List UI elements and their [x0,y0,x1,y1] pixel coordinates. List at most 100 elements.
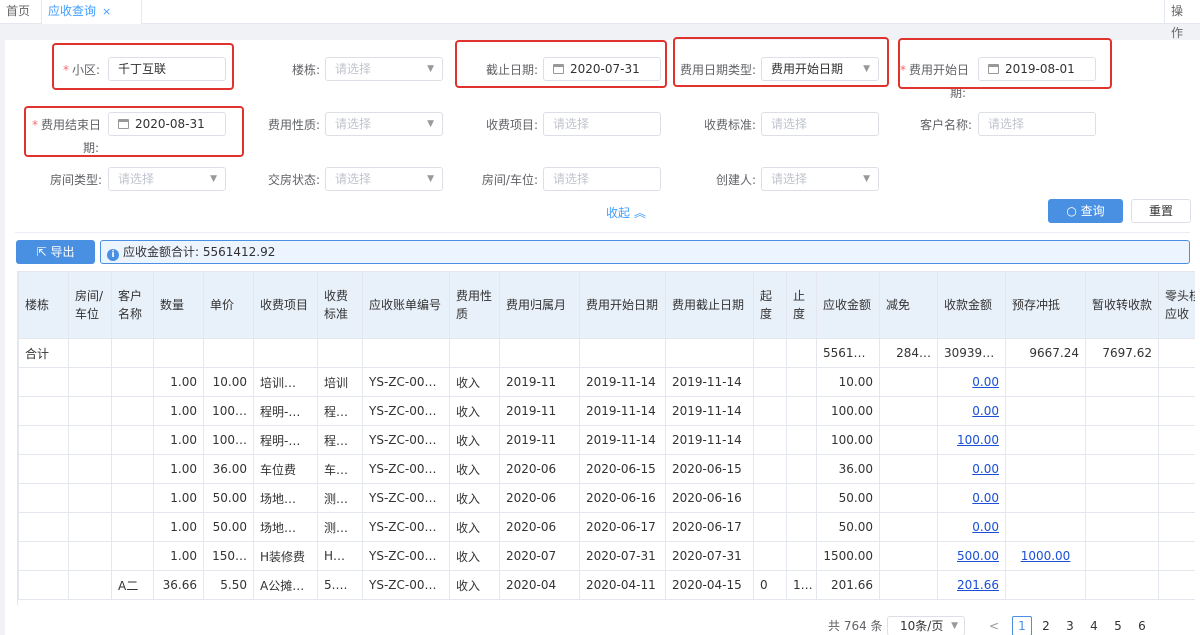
table-cell: 100.00 [816,396,880,426]
collapse-toggle[interactable]: 收起 ︽ [606,204,646,221]
table-cell: 2019-11-14 [579,367,666,397]
table-cell [1005,483,1086,513]
column-header: 费用开始日期 [579,271,666,339]
column-header: 预存冲抵 [1005,271,1086,339]
page-size-select[interactable]: 10条/页 ▼ [887,616,965,635]
creator-select[interactable]: 请选择 ▼ [761,167,879,191]
room-type-select[interactable]: 请选择 ▼ [108,167,226,191]
column-header: 收费项目 [253,271,318,339]
page-button-1[interactable]: 1 [1012,616,1032,635]
table-cell: 0 [753,570,787,600]
table-cell[interactable]: 0.00 [937,512,1006,542]
chevron-down-icon: ▼ [210,174,217,184]
tab-home[interactable]: 首页 [0,0,42,24]
table-cell: A二 [111,570,154,600]
table-cell: 5.50 [203,570,254,600]
table-cell: 收入 [449,512,500,542]
handover-select[interactable]: 请选择 ▼ [325,167,443,191]
close-icon[interactable]: × [102,5,111,18]
reset-button[interactable]: 重置 [1131,199,1191,223]
receivable-summary: i 应收金额合计: 5561412.92 [100,240,1190,264]
table-cell: 场地… [253,483,318,513]
table-cell [786,454,817,484]
column-header: 零头核应收 [1158,271,1195,339]
chevron-down-icon: ▼ [427,174,434,184]
fee-item-select[interactable]: 请选择 [543,112,661,136]
table-cell [1085,483,1159,513]
table-cell[interactable]: 500.00 [937,541,1006,571]
table-cell: 100… [203,425,254,455]
table-cell [786,425,817,455]
tab-operations[interactable]: 操作 [1164,0,1200,40]
table-cell [786,483,817,513]
table-cell: 场地… [253,512,318,542]
fee-nature-select[interactable]: 请选择 ▼ [325,112,443,136]
table-cell: 5.… [317,570,363,600]
building-select[interactable]: 请选择 ▼ [325,57,443,81]
table-cell [18,483,69,513]
tab-bar: 首页 应收查询 × 操作 [0,0,1200,40]
table-cell: 2019-11 [499,396,580,426]
table-cell [1158,454,1195,484]
table-cell: 2020-06 [499,454,580,484]
page-button-2[interactable]: 2 [1036,616,1056,635]
column-header: 起度 [753,271,787,339]
table-cell [1158,367,1195,397]
table-cell: YS-ZC-000… [362,483,450,513]
table-cell: 100 [786,570,817,600]
room-parking-label: 房间/车位: [481,173,538,187]
page-button-6[interactable]: 6 [1132,616,1152,635]
table-cell [111,367,154,397]
table-cell [449,338,500,368]
table-cell [753,367,787,397]
table-cell: 2020-06 [499,483,580,513]
page-button-4[interactable]: 4 [1084,616,1104,635]
table-cell [879,396,938,426]
table-cell [18,367,69,397]
table-cell: 2020-04-15 [665,570,754,600]
table-cell: 201.66 [816,570,880,600]
page-button-5[interactable]: 5 [1108,616,1128,635]
query-button[interactable]: ○ 查询 [1048,199,1123,223]
page-button-3[interactable]: 3 [1060,616,1080,635]
table-cell[interactable]: 100.00 [937,425,1006,455]
table-cell [1005,425,1086,455]
chevron-up-icon: ︽ [633,206,646,220]
table-cell: 收入 [449,396,500,426]
table-cell [1158,512,1195,542]
table-cell [1085,367,1159,397]
table-cell[interactable]: 0.00 [937,396,1006,426]
table-cell [753,425,787,455]
table-cell [68,454,112,484]
table-cell[interactable]: 0.00 [937,367,1006,397]
table-cell [1158,570,1195,600]
table-cell: 2019-11 [499,367,580,397]
table-cell[interactable]: 1000.00 [1005,541,1086,571]
table-cell: 2019-11-14 [579,396,666,426]
table-cell [111,483,154,513]
chevron-down-icon: ▼ [863,174,870,184]
table-row: 1.00 50.00 场地… 测… YS-ZC-000… 收入 2020-06 2020-06… [18,483,1195,513]
prev-page-button[interactable]: < [984,616,1004,635]
table-cell: YS-ZC-000… [362,425,450,455]
table-cell[interactable]: 0.00 [937,454,1006,484]
table-cell: 收入 [449,570,500,600]
customer-select[interactable]: 请选择 [978,112,1096,136]
table-cell: 2020-06 [499,512,580,542]
tab-receivable-query[interactable]: 应收查询 × [42,0,142,24]
table-cell[interactable]: 201.66 [937,570,1006,600]
fee-standard-select[interactable]: 请选择 [761,112,879,136]
highlight-box [52,43,234,90]
column-header: 收款金额 [937,271,1006,339]
table-cell [18,570,69,600]
table-cell: 2020-04-11 [579,570,666,600]
table-cell [317,338,363,368]
table-cell: 2020-07-31 [579,541,666,571]
table-cell[interactable]: 0.00 [937,483,1006,513]
room-parking-select[interactable]: 请选择 [543,167,661,191]
export-button[interactable]: ⇱ 导出 [16,240,95,264]
table-cell: 36.66 [153,570,204,600]
table-cell: 100… [203,396,254,426]
table-cell: 284… [879,338,938,368]
table-cell [879,541,938,571]
